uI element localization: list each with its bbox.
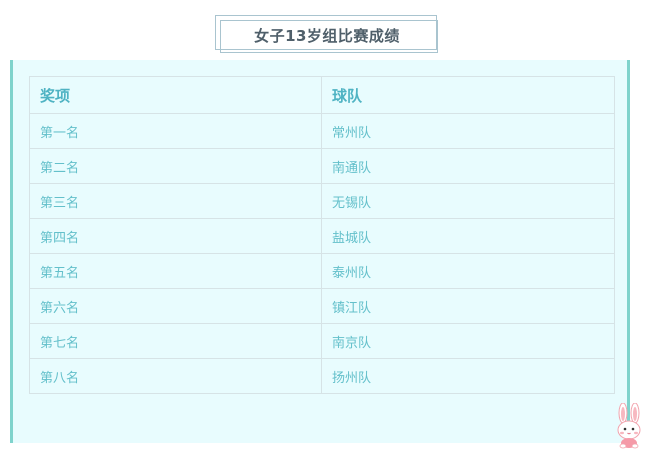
award-cell: 第八名 — [29, 358, 322, 394]
team-cell: 无锡队 — [321, 183, 615, 219]
results-table: 奖项 球队 第一名 常州队 第二名 南通队 第三名 无锡队 第四名 盐城队 第五 — [29, 76, 615, 394]
table-row: 第四名 盐城队 — [29, 218, 615, 254]
team-cell: 扬州队 — [321, 358, 615, 394]
team-cell: 泰州队 — [321, 253, 615, 289]
results-panel: 奖项 球队 第一名 常州队 第二名 南通队 第三名 无锡队 第四名 盐城队 第五 — [10, 60, 630, 443]
award-cell: 第二名 — [29, 148, 322, 184]
table-row: 第一名 常州队 — [29, 113, 615, 149]
team-cell: 南京队 — [321, 323, 615, 359]
bunny-icon — [612, 402, 646, 449]
table-header-row: 奖项 球队 — [29, 76, 615, 114]
table-row: 第三名 无锡队 — [29, 183, 615, 219]
award-cell: 第七名 — [29, 323, 322, 359]
table-row: 第六名 镇江队 — [29, 288, 615, 324]
team-cell: 南通队 — [321, 148, 615, 184]
title-frame: 女子13岁组比赛成绩 — [215, 15, 438, 53]
table-row: 第二名 南通队 — [29, 148, 615, 184]
table-row: 第七名 南京队 — [29, 323, 615, 359]
header-team: 球队 — [321, 76, 615, 114]
team-cell: 盐城队 — [321, 218, 615, 254]
header-award: 奖项 — [29, 76, 322, 114]
team-cell: 常州队 — [321, 113, 615, 149]
award-cell: 第五名 — [29, 253, 322, 289]
team-cell: 镇江队 — [321, 288, 615, 324]
award-cell: 第六名 — [29, 288, 322, 324]
award-cell: 第四名 — [29, 218, 322, 254]
table-row: 第五名 泰州队 — [29, 253, 615, 289]
page-title: 女子13岁组比赛成绩 — [254, 27, 400, 45]
award-cell: 第一名 — [29, 113, 322, 149]
table-row: 第八名 扬州队 — [29, 358, 615, 394]
award-cell: 第三名 — [29, 183, 322, 219]
